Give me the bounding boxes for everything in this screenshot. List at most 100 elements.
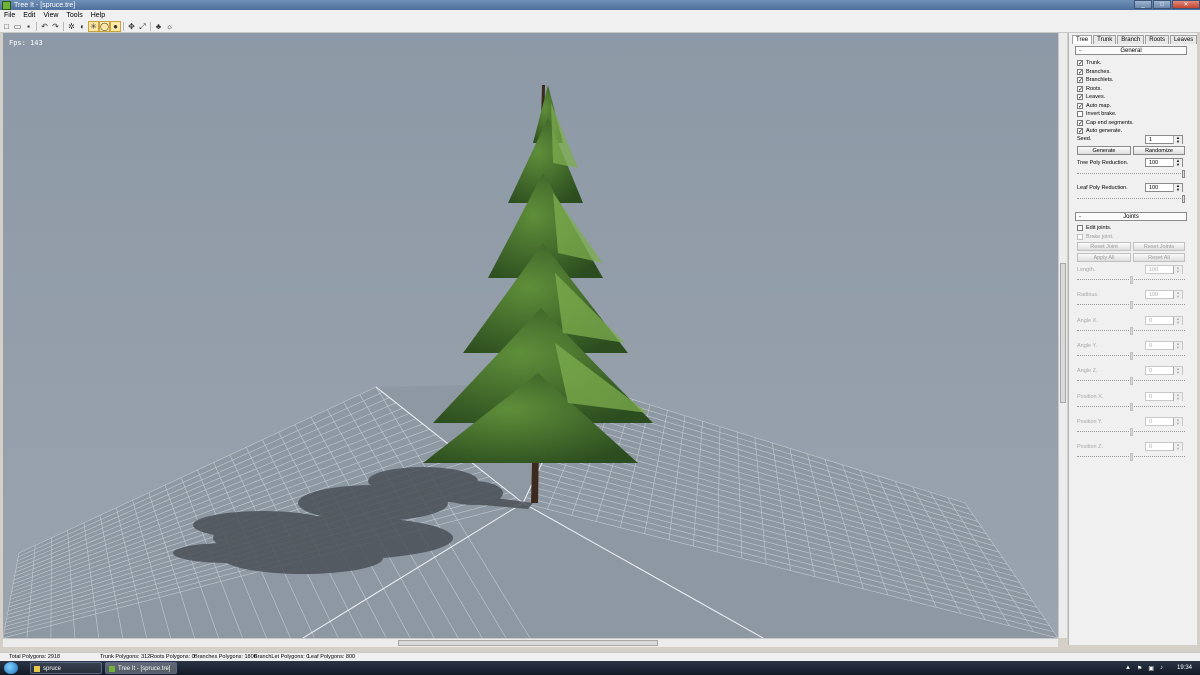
joint-field-input[interactable]: 0 ▲ ▼ — [1145, 340, 1183, 350]
tree-icon[interactable]: ♣ — [154, 22, 163, 31]
joint-field-input[interactable]: 0 ▲ ▼ — [1145, 391, 1183, 401]
slider-knob[interactable] — [1129, 427, 1133, 436]
viewport-horizontal-scrollbar[interactable] — [3, 638, 1058, 647]
joint-field-slider[interactable] — [1077, 427, 1185, 436]
slider-knob[interactable] — [1129, 453, 1133, 462]
show-hidden-icon[interactable]: ▲ — [1125, 665, 1131, 671]
menu-edit[interactable]: Edit — [23, 12, 35, 19]
slider-knob[interactable] — [1129, 377, 1133, 386]
joint-field-slider[interactable] — [1077, 402, 1185, 411]
option-row[interactable]: ✓ Trunk. — [1077, 59, 1101, 67]
menu-help[interactable]: Help — [91, 12, 105, 19]
tab-leaves[interactable]: Leaves — [1169, 35, 1198, 44]
3d-viewport[interactable]: Fps: 143 — [3, 33, 1058, 638]
tree-poly-slider[interactable] — [1077, 170, 1185, 178]
joint-field-slider[interactable] — [1077, 351, 1185, 360]
tree-poly-input[interactable]: 100 ▲ ▼ — [1145, 158, 1183, 167]
reset-all-button[interactable]: Reset All — [1133, 253, 1185, 262]
general-section-header[interactable]: - General — [1075, 46, 1187, 55]
reset-joint-button[interactable]: Reset Joint — [1077, 242, 1131, 251]
spinner-arrows-icon[interactable]: ▲ ▼ — [1173, 392, 1182, 401]
option-checkbox[interactable]: ✓ — [1077, 77, 1083, 84]
option-row[interactable]: ✓ Branchlets. — [1077, 76, 1114, 84]
reset-joints-button[interactable]: Reset Joints — [1133, 242, 1185, 251]
generate-button[interactable]: Generate — [1077, 146, 1131, 155]
vertical-scroll-thumb[interactable] — [1060, 263, 1066, 403]
option-row[interactable]: ✓ Auto map. — [1077, 102, 1111, 110]
option-row[interactable]: ✓ Branches. — [1077, 68, 1111, 76]
joint-field-input[interactable]: 0 ▲ ▼ — [1145, 315, 1183, 325]
leaf-poly-slider[interactable] — [1077, 195, 1185, 203]
option-row[interactable]: Invert brake. — [1077, 110, 1117, 118]
collapse-icon[interactable]: - — [1079, 213, 1081, 222]
tab-roots[interactable]: Roots — [1145, 35, 1169, 44]
option-checkbox[interactable]: ✓ — [1077, 85, 1083, 93]
slider-knob[interactable] — [1129, 276, 1133, 284]
option-checkbox[interactable]: ✓ — [1077, 119, 1083, 127]
collapse-icon[interactable]: - — [1079, 47, 1081, 56]
tab-tree[interactable]: Tree — [1072, 35, 1093, 44]
menu-tools[interactable]: Tools — [66, 12, 82, 19]
leaf-poly-input[interactable]: 100 ▲ ▼ — [1145, 183, 1183, 192]
joint-field-input[interactable]: 100 ▲ ▼ — [1145, 265, 1183, 274]
option-checkbox[interactable]: ✓ — [1077, 94, 1083, 101]
option-row[interactable]: ✓ Leaves. — [1077, 93, 1105, 101]
joint-field-slider[interactable] — [1077, 453, 1185, 462]
slider-knob[interactable] — [1129, 351, 1133, 360]
slider-knob[interactable] — [1129, 402, 1133, 411]
joint-field-input[interactable]: 0 ▲ ▼ — [1145, 416, 1183, 426]
joint-field-slider[interactable] — [1077, 301, 1185, 310]
slider-knob[interactable] — [1182, 170, 1185, 178]
zoom-icon[interactable]: ⤢ — [138, 22, 147, 31]
joint-field-input[interactable]: 100 ▲ ▼ — [1145, 290, 1183, 300]
save-icon[interactable]: ▪ — [24, 22, 33, 31]
taskbar-item-tree-it[interactable]: Tree It - [spruce.tre] — [105, 662, 177, 674]
joints-section-header[interactable]: - Joints — [1075, 212, 1187, 221]
spinner-arrows-icon[interactable]: ▲ ▼ — [1173, 341, 1182, 350]
option-checkbox[interactable]: ✓ — [1077, 68, 1083, 76]
start-button[interactable] — [4, 662, 18, 674]
undo-icon[interactable]: ↶ — [40, 22, 49, 31]
spinner-arrows-icon[interactable]: ▲ ▼ — [1173, 136, 1182, 144]
spinner-arrows-icon[interactable]: ▲ ▼ — [1173, 417, 1182, 426]
viewport-vertical-scrollbar[interactable] — [1058, 33, 1067, 638]
tab-branch[interactable]: Branch — [1117, 35, 1145, 44]
option-row[interactable]: ✓ Auto generate. — [1077, 127, 1122, 135]
joint-field-slider[interactable] — [1077, 276, 1185, 284]
option-row[interactable]: ✓ Roots. — [1077, 85, 1102, 93]
move-icon[interactable]: ✥ — [127, 22, 136, 31]
joint-field-input[interactable]: 0 ▲ ▼ — [1145, 442, 1183, 452]
new-icon[interactable]: □ — [2, 22, 11, 31]
apply-all-button[interactable]: Apply All — [1077, 253, 1131, 262]
taskbar-item-spruce[interactable]: spruce — [30, 662, 102, 674]
option-checkbox[interactable]: ✓ — [1077, 102, 1083, 110]
spinner-arrows-icon[interactable]: ▲ ▼ — [1173, 291, 1182, 300]
edit-joints-checkbox-row[interactable]: Edit joints. — [1077, 224, 1111, 232]
joint-field-input[interactable]: 0 ▲ ▼ — [1145, 366, 1183, 376]
leaf-icon[interactable]: ◐ — [78, 22, 87, 31]
option-checkbox[interactable] — [1077, 111, 1083, 117]
bulb-icon[interactable]: ◯ — [99, 20, 110, 32]
maximize-button[interactable]: □ — [1153, 0, 1171, 9]
close-button[interactable]: ✕ — [1172, 0, 1200, 9]
clock[interactable]: 19:34 — [1177, 665, 1192, 671]
tab-trunk[interactable]: Trunk — [1093, 35, 1117, 44]
slider-knob[interactable] — [1129, 301, 1133, 310]
horizontal-scroll-thumb[interactable] — [398, 640, 658, 646]
gear-icon[interactable]: ✲ — [67, 22, 76, 31]
edit-joints-checkbox[interactable] — [1077, 225, 1083, 231]
randomize-button[interactable]: Randomize — [1133, 146, 1185, 155]
option-checkbox[interactable]: ✓ — [1077, 60, 1083, 67]
sun-icon[interactable]: ☼ — [165, 22, 174, 31]
brake-joint-checkbox[interactable] — [1077, 234, 1083, 240]
spinner-arrows-icon[interactable]: ▲ ▼ — [1173, 266, 1182, 274]
option-checkbox[interactable]: ✓ — [1077, 128, 1083, 135]
record-icon[interactable]: ● — [110, 20, 121, 32]
star-icon[interactable]: ✳ — [88, 20, 99, 32]
spinner-arrows-icon[interactable]: ▲ ▼ — [1173, 443, 1182, 452]
option-row[interactable]: ✓ Cap end segments. — [1077, 119, 1134, 127]
volume-icon[interactable]: ♪ — [1160, 665, 1163, 671]
open-icon[interactable]: ▭ — [13, 22, 22, 31]
joint-field-slider[interactable] — [1077, 326, 1185, 335]
spinner-arrows-icon[interactable]: ▲ ▼ — [1173, 316, 1182, 325]
